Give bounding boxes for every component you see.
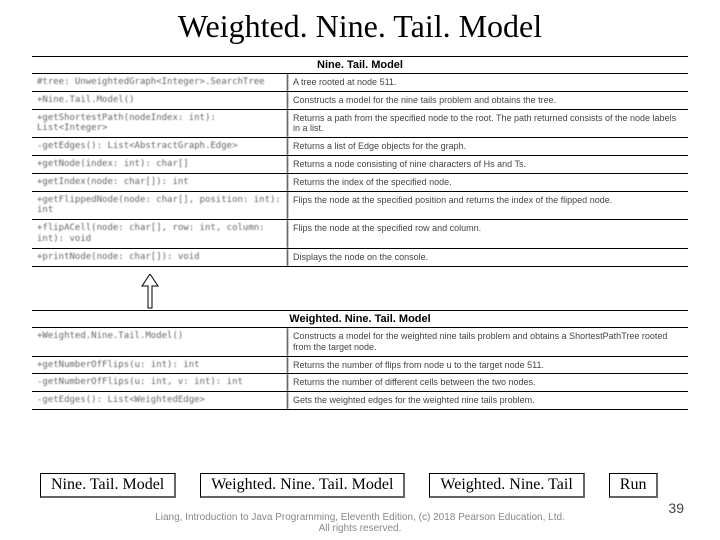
footer-line1: Liang, Introduction to Java Programming,… <box>0 512 720 523</box>
inheritance-arrow <box>140 274 160 310</box>
uml-row: #tree: UnweightedGraph<Integer>.SearchTr… <box>32 74 688 92</box>
uml-signature: -getNumberOfFlips(u: int, v: int): int <box>32 374 288 391</box>
uml-description: Returns a node consisting of nine charac… <box>288 156 688 173</box>
uml-row: +getNumberOfFlips(u: int): intReturns th… <box>32 357 688 375</box>
uml-signature: +flipACell(node: char[], row: int, colum… <box>32 220 288 248</box>
uml-description: Returns the number of flips from node u … <box>288 357 688 374</box>
uml-row: +getShortestPath(nodeIndex: int): List<I… <box>32 110 688 139</box>
uml-description: Returns a path from the specified node t… <box>288 110 688 138</box>
uml-signature: +getNumberOfFlips(u: int): int <box>32 357 288 374</box>
uml-row: +getIndex(node: char[]): intReturns the … <box>32 174 688 192</box>
link-bar: Nine. Tail. Model Weighted. Nine. Tail. … <box>0 473 720 498</box>
slide-title: Weighted. Nine. Tail. Model <box>0 8 720 45</box>
uml-description: Displays the node on the console. <box>288 249 688 266</box>
uml-top-header: Nine. Tail. Model <box>32 57 688 74</box>
uml-signature: #tree: UnweightedGraph<Integer>.SearchTr… <box>32 74 288 91</box>
uml-row: +printNode(node: char[]): voidDisplays t… <box>32 249 688 267</box>
uml-signature: +getNode(index: int): char[] <box>32 156 288 173</box>
uml-description: Gets the weighted edges for the weighted… <box>288 392 688 409</box>
uml-description: Constructs a model for the nine tails pr… <box>288 92 688 109</box>
footer-line2: All rights reserved. <box>0 523 720 534</box>
uml-description: A tree rooted at node 511. <box>288 74 688 91</box>
uml-description: Returns a list of Edge objects for the g… <box>288 138 688 155</box>
uml-bottom-header: Weighted. Nine. Tail. Model <box>32 311 688 328</box>
uml-row: -getEdges(): List<AbstractGraph.Edge>Ret… <box>32 138 688 156</box>
uml-signature: +getIndex(node: char[]): int <box>32 174 288 191</box>
uml-description: Flips the node at the specified row and … <box>288 220 688 248</box>
uml-row: +Nine.Tail.Model()Constructs a model for… <box>32 92 688 110</box>
uml-row: +flipACell(node: char[], row: int, colum… <box>32 220 688 249</box>
uml-row: +getNode(index: int): char[]Returns a no… <box>32 156 688 174</box>
uml-signature: +getFlippedNode(node: char[], position: … <box>32 192 288 220</box>
uml-description: Returns the number of different cells be… <box>288 374 688 391</box>
uml-signature: -getEdges(): List<WeightedEdge> <box>32 392 288 409</box>
uml-signature: +Weighted.Nine.Tail.Model() <box>32 328 288 356</box>
uml-signature: +getShortestPath(nodeIndex: int): List<I… <box>32 110 288 138</box>
uml-description: Flips the node at the specified position… <box>288 192 688 220</box>
uml-row: +Weighted.Nine.Tail.Model()Constructs a … <box>32 328 688 357</box>
link-ninetail[interactable]: Nine. Tail. Model <box>40 473 176 498</box>
link-weighted-model[interactable]: Weighted. Nine. Tail. Model <box>200 473 405 498</box>
footer-text: Liang, Introduction to Java Programming,… <box>0 512 720 534</box>
uml-signature: +Nine.Tail.Model() <box>32 92 288 109</box>
globe-watermark <box>604 410 714 520</box>
link-weighted-tail[interactable]: Weighted. Nine. Tail <box>429 473 584 498</box>
uml-signature: +printNode(node: char[]): void <box>32 249 288 266</box>
run-button[interactable]: Run <box>609 473 659 498</box>
uml-description: Returns the index of the specified node. <box>288 174 688 191</box>
uml-signature: -getEdges(): List<AbstractGraph.Edge> <box>32 138 288 155</box>
uml-table-bottom: Weighted. Nine. Tail. Model +Weighted.Ni… <box>32 310 688 410</box>
uml-row: -getNumberOfFlips(u: int, v: int): intRe… <box>32 374 688 392</box>
uml-table-top: Nine. Tail. Model #tree: UnweightedGraph… <box>32 56 688 267</box>
uml-row: +getFlippedNode(node: char[], position: … <box>32 192 688 221</box>
uml-description: Constructs a model for the weighted nine… <box>288 328 688 356</box>
uml-row: -getEdges(): List<WeightedEdge>Gets the … <box>32 392 688 410</box>
